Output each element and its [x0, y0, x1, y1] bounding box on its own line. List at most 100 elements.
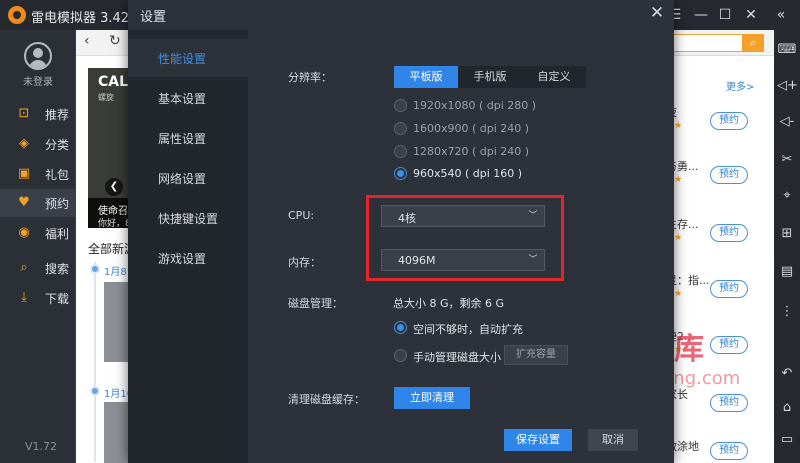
disk-option-label: 空间不够时，自动扩充	[413, 323, 523, 336]
radio-button-selected[interactable]	[394, 321, 407, 334]
minimize-window-button[interactable]: —	[690, 5, 712, 25]
expand-capacity-button[interactable]: 扩充容量	[504, 345, 568, 365]
sidebar-item-recommend[interactable]: ⊡ 推荐	[0, 100, 76, 128]
recent-apps-icon[interactable]: ▭	[777, 430, 797, 450]
radio-button[interactable]	[394, 349, 407, 362]
cpu-label: CPU:	[288, 209, 315, 222]
sidebar-item-label: 搜索	[45, 262, 70, 276]
volume-down-icon[interactable]: ◁-	[777, 112, 797, 132]
apk-icon[interactable]: ▤	[777, 262, 797, 282]
search-icon[interactable]: ⌕	[742, 34, 764, 52]
app-title: 雷电模拟器 3.42	[31, 11, 130, 26]
resolution-option-label: 960x540 ( dpi 160 )	[413, 167, 523, 180]
location-icon[interactable]: ⌖	[777, 186, 797, 206]
clear-cache-button[interactable]: 立即清理	[394, 387, 470, 409]
maximize-window-button[interactable]: ☐	[714, 5, 736, 25]
scissors-icon[interactable]: ✂	[777, 150, 797, 170]
sidebar-item-label: 推荐	[45, 108, 70, 122]
banner-caption: 使命召	[98, 206, 128, 217]
mode-tablet-button[interactable]: 平板版	[394, 66, 458, 88]
radio-button[interactable]	[394, 122, 407, 135]
resolution-option-label: 1920x1080 ( dpi 280 )	[413, 99, 537, 112]
banner-caption-sub: 你好，8	[98, 219, 131, 228]
resolution-option-label: 1600x900 ( dpi 240 )	[413, 122, 530, 135]
sidebar-item-category[interactable]: ◈ 分类	[0, 130, 76, 158]
coin-icon: ◉	[18, 225, 30, 240]
tab-network[interactable]: 网络设置	[128, 159, 248, 197]
tab-performance[interactable]: 性能设置	[128, 39, 248, 77]
settings-nav: 性能设置 基本设置 属性设置 网络设置 快捷键设置 游戏设置	[128, 30, 248, 463]
sidebar-item-reserve[interactable]: ♥ 预约	[0, 189, 76, 217]
sidebar-item-label: 福利	[45, 227, 70, 241]
reserve-list: 更多> 夜 ★★ 预约 与勇... ★★ 预约 生存... ★★ 预约 灵：指.…	[666, 76, 774, 463]
tab-shortcuts[interactable]: 快捷键设置	[128, 199, 248, 237]
login-status-label: 未登录	[23, 77, 53, 88]
search-icon: ⌕	[20, 260, 28, 275]
sidebar-item-label: 下载	[45, 292, 70, 306]
close-window-button[interactable]: ✕	[740, 5, 762, 25]
tab-label: 基本设置	[158, 92, 207, 106]
resolution-mode-group: 平板版 手机版 自定义	[394, 66, 586, 88]
timeline-dot	[90, 386, 100, 396]
radio-button-selected[interactable]	[394, 167, 407, 180]
cancel-button[interactable]: 取消	[588, 429, 638, 451]
left-sidebar: 未登录 ⊡ 推荐 ◈ 分类 ▣ 礼包 ♥ 预约 ◉ 福利 ⌕ 搜索 ⤓ 下载 V…	[0, 30, 76, 463]
more-link[interactable]: 更多>	[726, 78, 754, 93]
reserve-button[interactable]: 预约	[710, 394, 748, 412]
disk-size-info: 总大小 8 G，剩余 6 G	[393, 297, 505, 310]
settings-dialog: 设置 ✕ 性能设置 基本设置 属性设置 网络设置 快捷键设置 游戏设置 分辨率：…	[128, 0, 674, 463]
reserve-button[interactable]: 预约	[710, 112, 748, 130]
sidebar-item-welfare[interactable]: ◉ 福利	[0, 219, 76, 247]
heart-icon: ♥	[18, 195, 30, 210]
home-icon[interactable]: ⌂	[777, 398, 797, 418]
layers-icon: ◈	[19, 136, 29, 151]
reload-icon[interactable]: ↻	[109, 33, 121, 49]
game-thumbnail[interactable]	[104, 402, 128, 463]
highlight-box	[366, 195, 564, 281]
tab-label: 性能设置	[158, 52, 207, 66]
sidebar-item-search[interactable]: ⌕ 搜索	[0, 254, 76, 282]
tab-label: 属性设置	[158, 132, 207, 146]
back-icon[interactable]: ↶	[777, 364, 797, 384]
radio-button[interactable]	[394, 145, 407, 158]
install-icon[interactable]: ⊞	[777, 224, 797, 244]
tab-label: 游戏设置	[158, 252, 207, 266]
gamepad-icon: ⊡	[18, 106, 30, 121]
dialog-title: 设置	[140, 10, 167, 25]
sidebar-item-label: 分类	[45, 138, 70, 152]
search-input[interactable]	[672, 34, 744, 52]
resolution-option-label: 1280x720 ( dpi 240 )	[413, 145, 530, 158]
keyboard-icon[interactable]: ⌨	[777, 40, 797, 60]
resolution-label: 分辨率：	[288, 71, 332, 84]
game-thumbnail[interactable]	[104, 282, 128, 362]
mode-custom-button[interactable]: 自定义	[522, 66, 586, 88]
memory-label: 内存：	[288, 256, 321, 269]
sidebar-item-download[interactable]: ⤓ 下载	[0, 284, 76, 312]
version-label: V1.72	[25, 440, 58, 453]
cache-label: 清理磁盘缓存：	[288, 393, 365, 406]
volume-up-icon[interactable]: ◁+	[777, 76, 798, 96]
reserve-button[interactable]: 预约	[710, 280, 748, 298]
back-icon[interactable]: ‹	[84, 33, 90, 49]
sidebar-item-label: 预约	[45, 197, 70, 211]
tab-game[interactable]: 游戏设置	[128, 239, 248, 277]
sidebar-item-gift[interactable]: ▣ 礼包	[0, 160, 76, 188]
reserve-button[interactable]: 预约	[710, 224, 748, 242]
sidebar-toggle-icon[interactable]: «	[770, 5, 792, 25]
reserve-button[interactable]: 预约	[710, 166, 748, 184]
save-button[interactable]: 保存设置	[504, 429, 572, 451]
tab-basic[interactable]: 基本设置	[128, 79, 248, 117]
radio-button[interactable]	[394, 99, 407, 112]
disk-label: 磁盘管理：	[288, 297, 343, 310]
close-icon[interactable]: ✕	[646, 2, 668, 24]
timeline-dot	[90, 264, 100, 274]
tab-properties[interactable]: 属性设置	[128, 119, 248, 157]
mode-phone-button[interactable]: 手机版	[458, 66, 522, 88]
avatar[interactable]	[24, 42, 52, 70]
tab-label: 快捷键设置	[158, 212, 219, 226]
reserve-button[interactable]: 预约	[710, 442, 748, 460]
more-icon[interactable]: ⋮	[777, 302, 797, 322]
gift-icon: ▣	[17, 166, 31, 181]
sidebar-item-label: 礼包	[45, 168, 70, 182]
carousel-prev-icon[interactable]: ❮	[105, 178, 123, 196]
